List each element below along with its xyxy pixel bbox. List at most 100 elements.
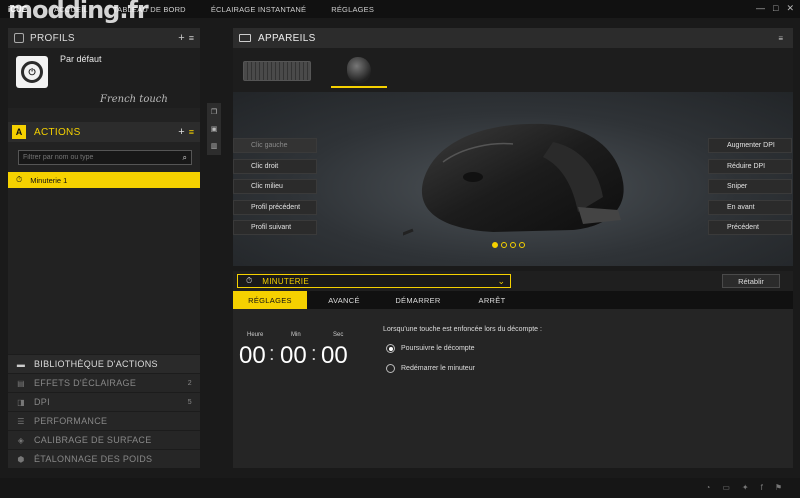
library-dpi[interactable]: ◨ DPI 5 — [8, 392, 200, 411]
devices-menu-icon[interactable]: ≡ — [778, 34, 783, 43]
surface-icon: ◈ — [17, 435, 25, 445]
minimize-icon[interactable]: — — [756, 3, 765, 14]
carousel-dot[interactable] — [519, 242, 525, 248]
add-action-button[interactable]: + — [178, 126, 184, 138]
actions-badge-icon: A — [12, 125, 26, 139]
library-bibliotheque-actions[interactable]: ▬ BIBLIOTHÈQUE D'ACTIONS — [8, 354, 200, 373]
icue-logo-icon: ⏻ — [16, 56, 48, 88]
tab-reglages[interactable]: RÉGLAGES — [233, 291, 307, 309]
radio-redemarrer[interactable]: Redémarrer le minuteur — [386, 364, 475, 373]
notification-icon[interactable]: ◔ — [705, 483, 710, 492]
radio-poursuivre[interactable]: Poursuivre le décompte — [386, 344, 475, 353]
actions-menu-icon[interactable]: ≡ — [189, 127, 194, 137]
copy-icon[interactable]: ❐ — [211, 108, 217, 116]
library-list: ▬ BIBLIOTHÈQUE D'ACTIONS ▤ EFFETS D'ÉCLA… — [8, 354, 200, 468]
tab-arret[interactable]: ARRÊT — [455, 291, 529, 309]
time-separator: : — [269, 343, 275, 365]
profiles-header: PROFILS + ≡ — [8, 28, 200, 48]
option-question: Lorsqu'une touche est enfoncée lors du d… — [383, 326, 542, 333]
button-profil-suivant[interactable]: Profil suivant — [233, 220, 317, 235]
hours-value[interactable]: 00 — [239, 342, 266, 370]
lighting-icon: ▤ — [17, 378, 25, 388]
profiles-title: PROFILS — [30, 32, 75, 44]
filter-field[interactable]: ⌕ — [18, 150, 192, 165]
delete-icon[interactable]: ▥ — [211, 142, 218, 150]
nav-eclairage-instantane[interactable]: ÉCLAIRAGE INSTANTANÉ — [211, 5, 306, 14]
profiles-menu-icon[interactable]: ≡ — [189, 33, 194, 43]
tab-avance[interactable]: AVANCÉ — [307, 291, 381, 309]
footer: ◔ ▭ ✦ f ⚑ — [0, 478, 800, 498]
button-profil-precedent[interactable]: Profil précédent — [233, 200, 317, 215]
library-count: 2 — [187, 379, 192, 387]
library-label: BIBLIOTHÈQUE D'ACTIONS — [34, 359, 158, 369]
library-performance[interactable]: ☰ PERFORMANCE — [8, 411, 200, 430]
filter-input[interactable] — [23, 154, 183, 161]
profile-name: Par défaut — [60, 54, 102, 64]
button-augmenter-dpi[interactable]: Augmenter DPI — [708, 138, 792, 153]
library-label: DPI — [34, 397, 50, 407]
device-mouse[interactable] — [331, 54, 387, 88]
radio-button[interactable] — [386, 364, 395, 373]
library-label: CALIBRAGE DE SURFACE — [34, 435, 152, 445]
time-separator: : — [311, 343, 317, 365]
mouse-stage: Clic gauche Clic droit Clic milieu Profi… — [233, 92, 793, 266]
tabs: RÉGLAGES AVANCÉ DÉMARRER ARRÊT — [233, 291, 793, 309]
button-clic-gauche[interactable]: Clic gauche — [233, 138, 317, 153]
side-tools: ❐ ▣ ▥ — [207, 103, 221, 155]
button-clic-droit[interactable]: Clic droit — [233, 159, 317, 174]
chat-icon[interactable]: ▭ — [722, 483, 730, 492]
footer-icons: ◔ ▭ ✦ f ⚑ — [705, 483, 782, 492]
button-precedent[interactable]: Précédent — [708, 220, 792, 235]
library-count: 5 — [187, 398, 192, 406]
carousel-dot[interactable] — [501, 242, 507, 248]
timer-icon: ⏱ — [16, 175, 23, 184]
chevron-down-icon[interactable]: ⌄ — [497, 276, 505, 287]
add-profile-button[interactable]: + — [178, 32, 184, 44]
action-type-label: MINUTERIE — [262, 276, 309, 286]
folder-icon: ▬ — [16, 359, 26, 369]
button-sniper[interactable]: Sniper — [708, 179, 792, 194]
carousel-dot[interactable] — [510, 242, 516, 248]
action-config-bar: ⏱ MINUTERIE ⌄ Rétablir — [233, 271, 793, 291]
left-panel: PROFILS + ≡ ⏻ Par défaut French touch A … — [8, 28, 200, 468]
action-item-label: Minuterie 1 — [30, 175, 68, 185]
device-keyboard[interactable] — [241, 54, 313, 88]
action-item-minuterie-1[interactable]: ⏱ Minuterie 1 — [8, 172, 200, 188]
button-reduire-dpi[interactable]: Réduire DPI — [708, 159, 792, 174]
performance-icon: ☰ — [17, 416, 25, 426]
facebook-icon[interactable]: f — [761, 483, 763, 492]
mouse-image — [403, 123, 624, 236]
minutes-value[interactable]: 00 — [280, 342, 307, 370]
hours-label: Heure — [247, 332, 264, 338]
actions-header: A ACTIONS + ≡ — [8, 122, 200, 142]
button-clic-milieu[interactable]: Clic milieu — [233, 179, 317, 194]
close-icon[interactable]: ✕ — [786, 3, 794, 14]
mouse-icon — [347, 57, 371, 83]
nav-accueil[interactable]: ACCUEIL — [54, 5, 88, 14]
action-type-select[interactable]: ⏱ MINUTERIE ⌄ — [237, 274, 511, 288]
seconds-value[interactable]: 00 — [321, 342, 348, 370]
keyboard-icon — [243, 61, 311, 81]
paste-icon[interactable]: ▣ — [211, 125, 218, 133]
twitter-icon[interactable]: ✦ — [742, 483, 749, 492]
library-etalonnage-poids[interactable]: ⬢ ÉTALONNAGE DES POIDS — [8, 449, 200, 468]
carousel-dot[interactable] — [492, 242, 498, 248]
library-effets-eclairage[interactable]: ▤ EFFETS D'ÉCLAIRAGE 2 — [8, 373, 200, 392]
devices-title: APPAREILS — [258, 32, 316, 44]
radio-label: Redémarrer le minuteur — [401, 365, 475, 372]
nav-reglages[interactable]: RÉGLAGES — [331, 5, 374, 14]
radio-label: Poursuivre le décompte — [401, 345, 475, 352]
radio-button[interactable] — [386, 344, 395, 353]
button-en-avant[interactable]: En avant — [708, 200, 792, 215]
devices-header: APPAREILS ≡ — [233, 28, 793, 48]
reset-button[interactable]: Rétablir — [722, 274, 780, 288]
maximize-icon[interactable]: □ — [773, 3, 778, 14]
dpi-icon: ◨ — [17, 397, 25, 407]
search-icon[interactable]: ⌕ — [183, 153, 187, 163]
power-icon: ⏻ — [21, 61, 43, 83]
nav-tableau-de-bord[interactable]: TABLEAU DE BORD — [113, 5, 186, 14]
tab-demarrer[interactable]: DÉMARRER — [381, 291, 455, 309]
profile-subtitle: French touch — [100, 94, 168, 105]
corsair-icon[interactable]: ⚑ — [775, 483, 782, 492]
library-calibrage-surface[interactable]: ◈ CALIBRAGE DE SURFACE — [8, 430, 200, 449]
